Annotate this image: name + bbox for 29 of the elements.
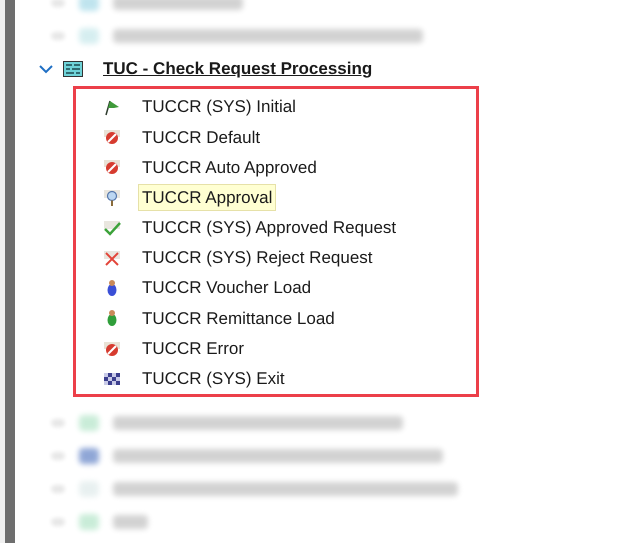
blurred-icon bbox=[79, 28, 99, 44]
blurred-chevron-icon bbox=[51, 32, 65, 40]
no-entry-icon bbox=[103, 158, 121, 176]
tree-item[interactable]: TUCCR Voucher Load bbox=[138, 274, 316, 302]
tree-item[interactable]: TUCCR Auto Approved bbox=[138, 154, 321, 182]
magnifier-icon bbox=[103, 188, 121, 207]
tree-item[interactable]: TUCCR (SYS) Approved Request bbox=[138, 214, 400, 242]
no-entry-icon bbox=[103, 340, 121, 358]
blurred-icon bbox=[79, 448, 99, 464]
tree-group-title[interactable]: TUC - Check Request Processing bbox=[103, 56, 372, 82]
no-entry-icon bbox=[103, 128, 121, 146]
cross-icon bbox=[103, 249, 121, 268]
tree-item[interactable]: TUCCR Remittance Load bbox=[138, 304, 339, 332]
tree-item[interactable]: TUCCR (SYS) Exit bbox=[138, 365, 289, 393]
checkmark-icon bbox=[103, 218, 121, 237]
blurred-chevron-icon bbox=[51, 518, 65, 526]
blurred-chevron-icon bbox=[51, 452, 65, 460]
tree-item[interactable]: TUCCR Approval bbox=[138, 184, 276, 212]
tree-item[interactable]: TUCCR (SYS) Initial bbox=[138, 93, 300, 121]
blurred-chevron-icon bbox=[51, 419, 65, 428]
process-icon bbox=[63, 61, 83, 77]
tree-item[interactable]: TUCCR Error bbox=[138, 334, 248, 362]
blurred-icon bbox=[79, 415, 99, 432]
blurred-icon bbox=[79, 514, 99, 530]
tree-item[interactable]: TUCCR (SYS) Reject Request bbox=[138, 244, 377, 272]
flag-icon bbox=[103, 98, 121, 116]
tree-item[interactable]: TUCCR Default bbox=[138, 124, 264, 152]
blurred-chevron-icon bbox=[51, 485, 65, 494]
blurred-text bbox=[113, 515, 148, 530]
